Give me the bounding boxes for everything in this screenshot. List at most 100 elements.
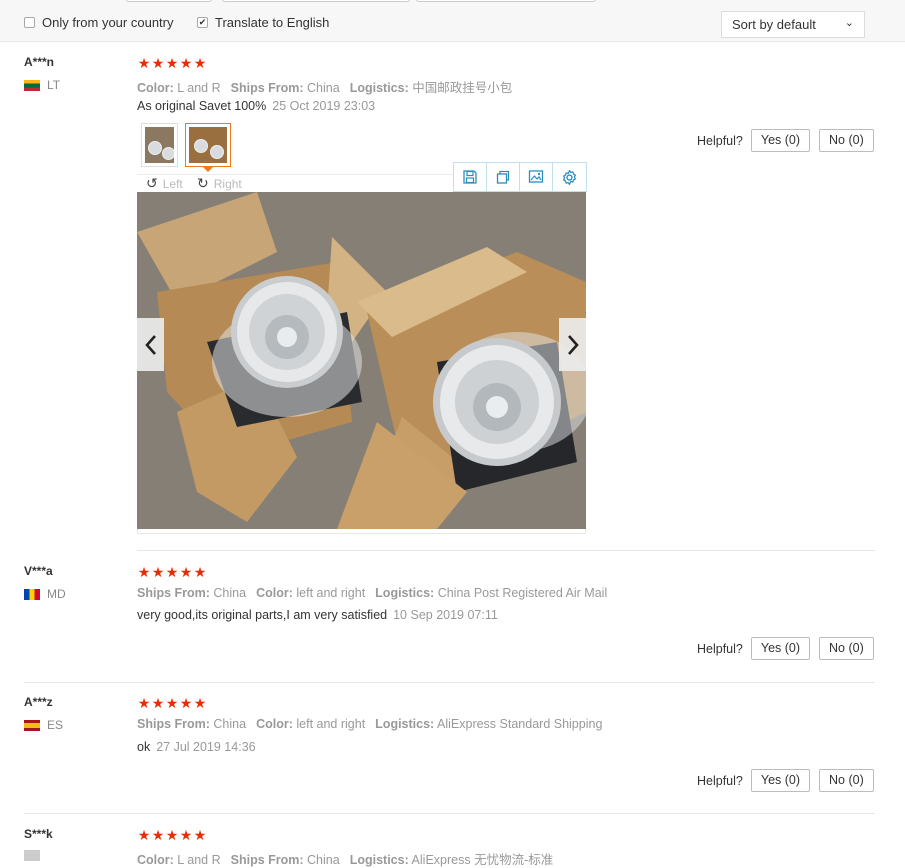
photo-thumbnail-active[interactable] (185, 123, 231, 167)
reviewer-country (24, 850, 47, 861)
rotate-right-label: Right (213, 176, 242, 191)
translate-checkbox[interactable]: ✔ (197, 17, 208, 28)
only-country-checkbox[interactable] (24, 17, 35, 28)
helpful-no-button[interactable]: No (0) (819, 637, 874, 660)
review-date: 25 Oct 2019 23:03 (272, 99, 376, 113)
copy-image-button[interactable] (487, 163, 520, 191)
meta-value: AliExpress 无忧物流-标准 (411, 853, 554, 867)
helpful-yes-button[interactable]: Yes (0) (750, 129, 811, 152)
reviewer-name: S***k (24, 827, 53, 841)
meta-key: Color: (137, 853, 174, 867)
meta-key: Ships From: (230, 81, 304, 95)
meta-value: left and right (296, 717, 366, 731)
star-icon: ★ (137, 564, 151, 580)
sort-value: Sort by default (732, 17, 816, 32)
top-tab-stub[interactable] (126, 0, 212, 2)
meta-value: L and R (177, 81, 221, 95)
rotate-right-icon: ↻ (197, 175, 209, 191)
star-icon: ★ (151, 55, 165, 71)
meta-key: Logistics: (375, 717, 435, 731)
meta-key: Color: (256, 717, 293, 731)
rotate-left-label: Left (162, 176, 183, 191)
helpful-controls: Helpful? Yes (0) No (0) (697, 769, 883, 792)
helpful-yes-button[interactable]: Yes (0) (750, 769, 811, 792)
next-photo-button[interactable] (559, 318, 586, 371)
star-icon: ★ (151, 564, 165, 580)
prev-photo-button[interactable] (137, 318, 164, 371)
star-icon: ★ (137, 827, 151, 843)
star-icon: ★ (193, 827, 207, 843)
star-icon: ★ (137, 695, 151, 711)
photo-thumbnail[interactable] (141, 123, 178, 167)
star-rating: ★★★★★ (137, 827, 207, 844)
reviewer-name: A***z (24, 695, 53, 709)
thumbnail-image (189, 127, 227, 163)
flag-icon (24, 719, 40, 731)
review-divider (24, 813, 875, 814)
helpful-controls: Helpful? Yes (0) No (0) (697, 637, 883, 660)
meta-value: China (307, 81, 340, 95)
meta-key: Logistics: (349, 853, 409, 867)
photo-frame-bottom (137, 529, 586, 534)
country-code: LT (47, 78, 61, 92)
star-icon: ★ (165, 55, 179, 71)
only-country-filter[interactable]: Only from your country (24, 15, 174, 30)
review-photo[interactable] (137, 192, 586, 529)
meta-key: Logistics: (349, 81, 409, 95)
image-toolbar (453, 162, 587, 192)
reviewer-name: A***n (24, 55, 55, 69)
star-rating: ★★★★★ (137, 695, 207, 712)
top-tab-stub[interactable] (416, 0, 596, 2)
thumbnail-image (145, 127, 174, 163)
helpful-yes-button[interactable]: Yes (0) (750, 637, 811, 660)
meta-value: 中国邮政挂号小包 (412, 81, 513, 95)
image-search-icon (528, 170, 544, 183)
review-text: ok 27 Jul 2019 14:36 (137, 740, 256, 754)
star-icon: ★ (137, 55, 151, 71)
meta-key: Color: (256, 586, 293, 600)
helpful-label: Helpful? (697, 133, 743, 148)
chevron-left-icon (144, 334, 156, 355)
meta-value: China (307, 853, 340, 867)
star-icon: ★ (151, 827, 165, 843)
star-icon: ★ (165, 827, 179, 843)
only-country-label: Only from your country (42, 15, 174, 30)
save-icon (463, 170, 477, 184)
search-image-button[interactable] (520, 163, 553, 191)
gear-icon (563, 169, 576, 185)
reviewer-name: V***a (24, 564, 53, 578)
helpful-no-button[interactable]: No (0) (819, 769, 874, 792)
review-date: 27 Jul 2019 14:36 (156, 740, 256, 754)
star-icon: ★ (193, 695, 207, 711)
star-icon: ★ (165, 695, 179, 711)
star-icon: ★ (165, 564, 179, 580)
review-meta: Color: L and R Ships From: China Logistics… (137, 77, 512, 96)
reviewer-country: ES (24, 718, 63, 732)
meta-key: Ships From: (137, 717, 210, 731)
review-divider (24, 682, 875, 683)
chevron-right-icon (567, 334, 579, 355)
helpful-controls: Helpful? Yes (0) No (0) (697, 129, 883, 152)
helpful-label: Helpful? (697, 773, 743, 788)
save-image-button[interactable] (454, 163, 487, 191)
rotate-left-button[interactable]: ↺ Left (146, 175, 183, 192)
meta-key: Color: (137, 81, 174, 95)
rotate-right-button[interactable]: ↻ Right (197, 175, 242, 192)
reviewer-country: LT (24, 78, 60, 92)
review-meta: Color: L and R Ships From: China Logistics… (137, 849, 553, 868)
image-settings-button[interactable] (553, 163, 586, 191)
translate-filter[interactable]: ✔ Translate to English (197, 15, 329, 30)
review-meta: Ships From: China Color: left and right Lo… (137, 717, 602, 731)
star-icon: ★ (179, 55, 193, 71)
top-tab-stub[interactable] (222, 0, 410, 2)
helpful-no-button[interactable]: No (0) (819, 129, 874, 152)
meta-value: China (213, 586, 247, 600)
active-thumb-pointer (203, 167, 213, 172)
chevron-down-icon: ⌄ (844, 17, 854, 29)
meta-value: L and R (177, 853, 221, 867)
flag-icon (24, 588, 40, 600)
review-body: ok (137, 740, 151, 754)
sort-dropdown[interactable]: Sort by default ⌄ (721, 11, 865, 38)
star-icon: ★ (179, 695, 193, 711)
meta-value: AliExpress Standard Shipping (437, 717, 603, 731)
